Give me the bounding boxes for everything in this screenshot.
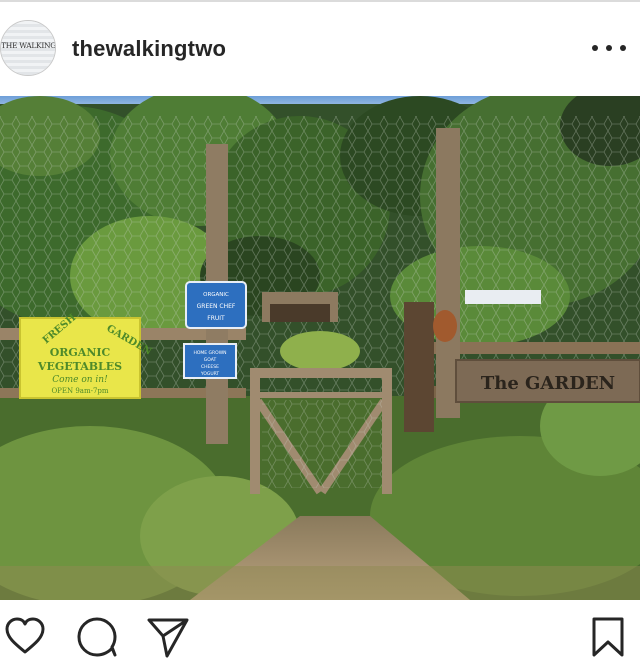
post-photo[interactable]: FRESH GARDEN ORGANIC VEGETABLES Come on … bbox=[0, 96, 640, 600]
save-button[interactable] bbox=[590, 616, 626, 663]
share-button[interactable] bbox=[146, 616, 190, 663]
yellow-sign-vegetables: VEGETABLES bbox=[37, 360, 122, 373]
yellow-sign-organic: ORGANIC bbox=[50, 346, 111, 359]
blue-sign-goat: GOAT bbox=[204, 357, 217, 363]
send-icon bbox=[147, 618, 189, 658]
avatar[interactable]: THE WALKING TWO bbox=[0, 20, 56, 76]
post-actions-bar bbox=[0, 600, 640, 672]
blue-sign-fruit: FRUIT bbox=[207, 315, 225, 322]
blue-sign-home-grown: HOME GROWN bbox=[193, 350, 226, 356]
username-link[interactable]: thewalkingtwo bbox=[72, 38, 226, 60]
garden-wood-sign: The GARDEN bbox=[481, 373, 615, 394]
bookmark-icon bbox=[592, 617, 624, 657]
blue-sign-cheese: CHEESE bbox=[201, 364, 219, 370]
heart-icon bbox=[5, 617, 45, 654]
blue-sign-organic: ORGANIC bbox=[203, 292, 229, 298]
more-horizontal-icon bbox=[592, 45, 598, 51]
yellow-sign-open-hours: OPEN 9am-7pm bbox=[51, 387, 108, 395]
blue-sign-green-chef: GREEN CHEF bbox=[197, 303, 236, 310]
more-horizontal-icon-dot bbox=[620, 45, 626, 51]
garden-gate-photo: FRESH GARDEN ORGANIC VEGETABLES Come on … bbox=[0, 96, 640, 600]
like-button[interactable] bbox=[4, 616, 46, 661]
comment-icon bbox=[77, 617, 117, 657]
blue-sign-yogurt: YOGURT bbox=[200, 371, 220, 377]
comment-button[interactable] bbox=[76, 616, 118, 663]
yellow-sign-come-on-in: Come on in! bbox=[52, 375, 108, 385]
more-options-button[interactable] bbox=[592, 42, 626, 54]
more-horizontal-icon-dot bbox=[606, 45, 612, 51]
avatar-logo-text: THE WALKING TWO bbox=[1, 41, 56, 50]
post-header: THE WALKING TWO thewalkingtwo bbox=[0, 2, 640, 96]
